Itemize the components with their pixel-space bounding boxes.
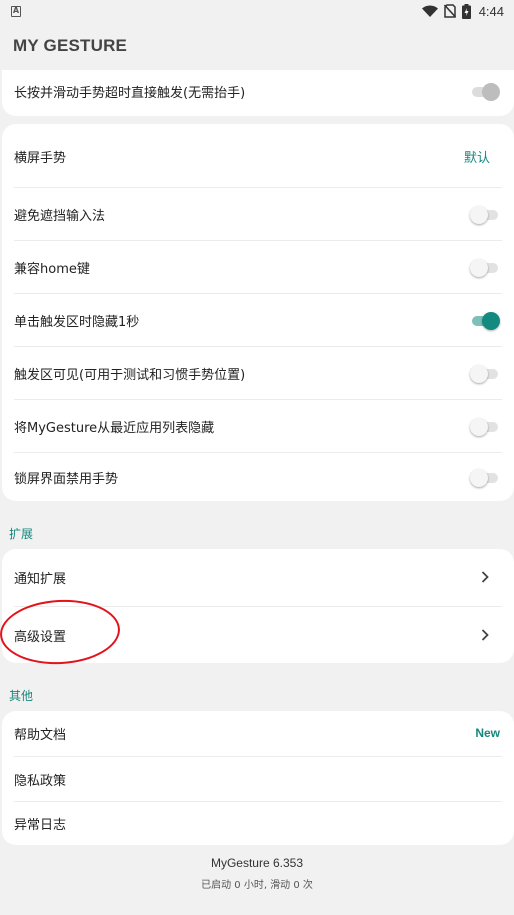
battery-charging-icon [461, 3, 471, 19]
settings-card-other: 帮助文档 New 隐私政策 异常日志 [2, 711, 514, 845]
settings-card-gestures: 横屏手势 默认 避免遮挡输入法 兼容home键 单击触发区时隐藏1秒 触发区可见… [2, 124, 514, 501]
setting-label: 避免遮挡输入法 [14, 208, 106, 224]
setting-row-error-log[interactable]: 异常日志 [2, 802, 514, 845]
sim-off-icon [443, 4, 456, 18]
home-compat-switch[interactable] [470, 257, 500, 277]
hide-on-tap-switch[interactable] [470, 310, 500, 330]
setting-row-long-press-timeout[interactable]: 长按并滑动手势超时直接触发(无需抬手) [2, 70, 514, 112]
settings-card-top: 长按并滑动手势超时直接触发(无需抬手) [2, 70, 514, 116]
setting-label: 锁屏界面禁用手势 [14, 471, 119, 487]
landscape-gesture-value: 默认 [463, 150, 490, 166]
wifi-icon [421, 5, 438, 17]
hide-from-recents-switch[interactable] [470, 416, 500, 436]
section-header-other: 其他 [9, 689, 34, 703]
setting-row-lockscreen-disable[interactable]: 锁屏界面禁用手势 [2, 453, 514, 501]
setting-row-home-compat[interactable]: 兼容home键 [2, 241, 514, 293]
setting-label: 隐私政策 [14, 773, 67, 789]
setting-label: 兼容home键 [14, 261, 90, 277]
long-press-timeout-switch[interactable] [470, 81, 500, 101]
setting-label: 长按并滑动手势超时直接触发(无需抬手) [14, 85, 246, 101]
setting-row-privacy-policy[interactable]: 隐私政策 [2, 757, 514, 801]
setting-row-landscape-gesture[interactable]: 横屏手势 默认 [2, 124, 514, 188]
page-title: MY GESTURE [13, 36, 128, 55]
clock: 4:44 [478, 3, 504, 19]
setting-label: 通知扩展 [14, 571, 67, 587]
setting-row-hide-on-tap[interactable]: 单击触发区时隐藏1秒 [2, 294, 514, 346]
new-badge: New [475, 726, 500, 740]
chevron-right-icon [478, 570, 492, 584]
setting-row-avoid-ime[interactable]: 避免遮挡输入法 [2, 188, 514, 240]
app-bar: MY GESTURE [0, 22, 514, 70]
setting-label: 帮助文档 [14, 727, 67, 743]
setting-row-hide-from-recents[interactable]: 将MyGesture从最近应用列表隐藏 [2, 400, 514, 452]
trigger-visible-switch[interactable] [470, 363, 500, 383]
setting-label: 异常日志 [14, 818, 67, 833]
avoid-ime-switch[interactable] [470, 204, 500, 224]
text-a-icon: A [11, 5, 21, 17]
status-bar: A 4:44 [0, 0, 514, 22]
setting-label: 横屏手势 [14, 150, 67, 166]
setting-label: 单击触发区时隐藏1秒 [14, 314, 140, 330]
setting-row-trigger-visible[interactable]: 触发区可见(可用于测试和习惯手势位置) [2, 347, 514, 399]
lockscreen-disable-switch[interactable] [470, 467, 500, 487]
chevron-right-icon [478, 628, 492, 642]
setting-row-notification-extension[interactable]: 通知扩展 [2, 549, 514, 605]
setting-label: 触发区可见(可用于测试和习惯手势位置) [14, 367, 246, 383]
setting-label: 将MyGesture从最近应用列表隐藏 [14, 420, 215, 436]
setting-row-help-docs[interactable]: 帮助文档 New [2, 711, 514, 755]
status-icons: 4:44 [421, 3, 504, 19]
app-version: MyGesture 6.353 [210, 856, 304, 870]
usage-stats: 已启动 0 小时, 滑动 0 次 [201, 880, 313, 891]
section-header-extensions: 扩展 [9, 527, 34, 541]
